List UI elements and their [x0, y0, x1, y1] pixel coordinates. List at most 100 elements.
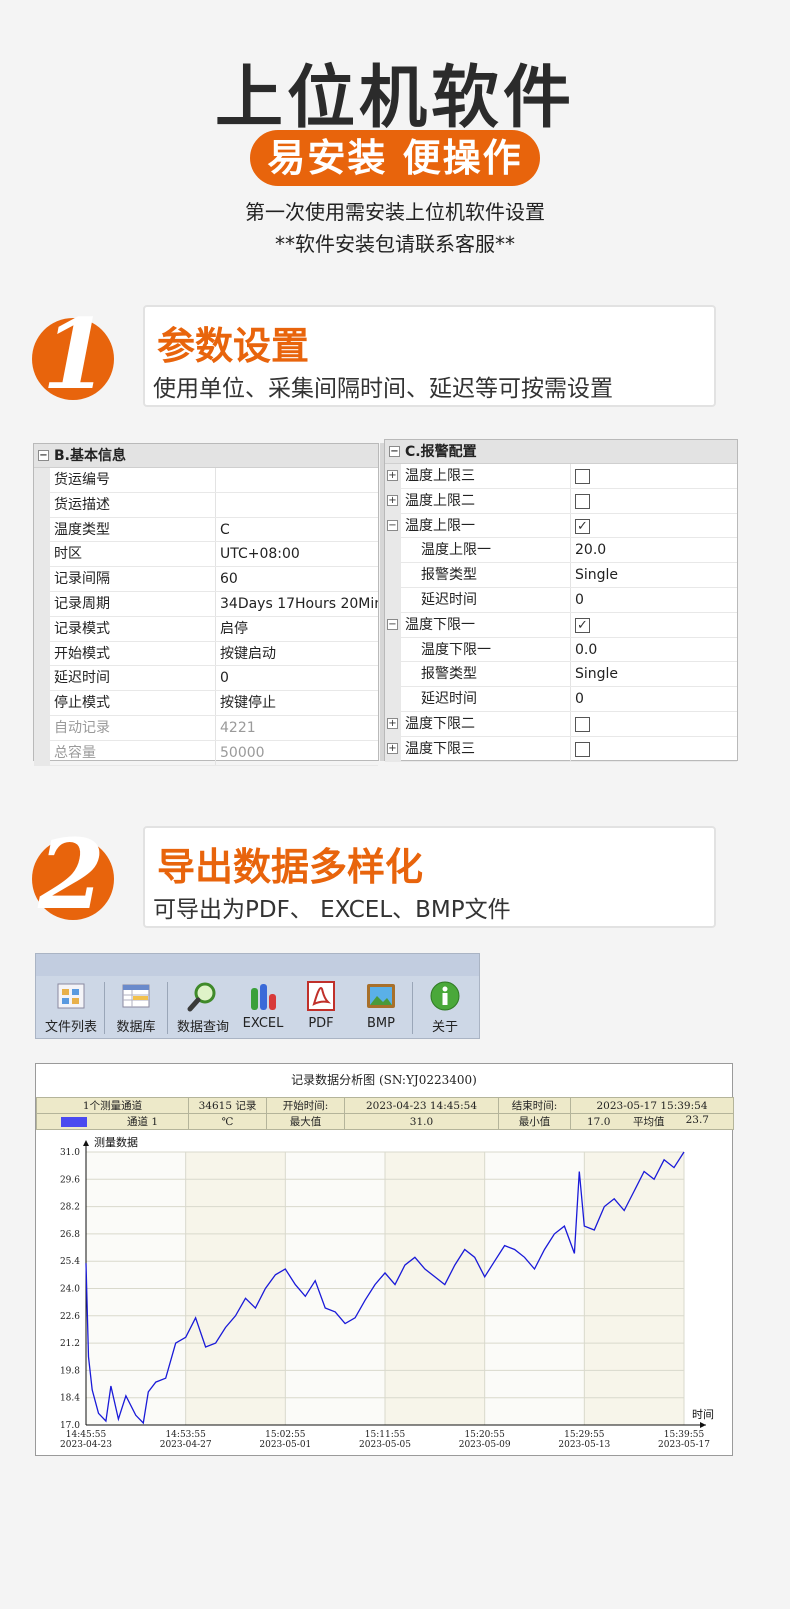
- row-gutter: [34, 691, 50, 715]
- property-value[interactable]: 50000: [216, 741, 265, 765]
- alarm-enable-checkbox[interactable]: [575, 741, 590, 757]
- alarm-config-header[interactable]: − C.报警配置: [385, 440, 737, 464]
- collapse-icon[interactable]: −: [389, 446, 400, 457]
- property-key: 温度类型: [50, 517, 216, 542]
- x-tick-time: 15:20:55: [464, 1430, 505, 1440]
- about-button[interactable]: 关于: [422, 980, 468, 1035]
- alarm-enable-checkbox[interactable]: ✓: [575, 617, 590, 633]
- property-row[interactable]: 温度类型 C: [34, 517, 378, 543]
- property-row[interactable]: 停止模式 按键停止: [34, 691, 378, 716]
- database-label: 数据库: [116, 1020, 156, 1035]
- alarm-row[interactable]: 延迟时间 0: [385, 587, 737, 613]
- basic-info-title: B.基本信息: [54, 448, 126, 464]
- alarm-enable-checkbox[interactable]: [575, 716, 590, 732]
- database-button[interactable]: 数据库: [108, 980, 164, 1035]
- data-query-button[interactable]: 数据查询: [170, 980, 236, 1035]
- alarm-enable-cell[interactable]: ✓: [571, 514, 590, 538]
- end-time-label: 结束时间:: [498, 1097, 571, 1114]
- alarm-row[interactable]: + 温度下限二: [385, 711, 737, 737]
- export-excel-button[interactable]: EXCEL: [240, 980, 286, 1031]
- property-value[interactable]: Single: [571, 662, 618, 686]
- collapse-icon[interactable]: −: [387, 519, 398, 531]
- alarm-row[interactable]: 延迟时间 0: [385, 687, 737, 712]
- property-value[interactable]: 20.0: [571, 538, 606, 562]
- section-number: 2: [38, 818, 105, 931]
- alarm-row[interactable]: + 温度下限三: [385, 736, 737, 762]
- alarm-row[interactable]: 报警类型 Single: [385, 662, 737, 688]
- alarm-row[interactable]: − 温度下限一 ✓: [385, 612, 737, 638]
- alarm-row[interactable]: + 温度上限二: [385, 488, 737, 514]
- x-tick-date: 2023-04-23: [60, 1440, 112, 1450]
- property-row[interactable]: 货运描述: [34, 492, 378, 518]
- y-tick-label: 26.8: [60, 1230, 80, 1240]
- property-row[interactable]: 记录周期 34Days 17Hours 20Min: [34, 591, 378, 617]
- property-value[interactable]: 0.0: [571, 638, 597, 662]
- y-tick-label: 31.0: [60, 1148, 80, 1158]
- export-bmp-button[interactable]: BMP: [358, 980, 404, 1031]
- install-note: 第一次使用需安装上位机软件设置: [245, 200, 545, 224]
- property-value[interactable]: 按键停止: [216, 691, 276, 715]
- pdf-icon: [305, 980, 337, 1012]
- property-key: 温度下限三: [401, 736, 571, 761]
- alarm-enable-cell[interactable]: [571, 712, 590, 736]
- alarm-enable-cell[interactable]: [571, 737, 590, 761]
- alarm-enable-checkbox[interactable]: [575, 469, 590, 484]
- expand-icon[interactable]: +: [387, 717, 398, 729]
- property-value[interactable]: Single: [571, 563, 618, 587]
- property-key: 延迟时间: [401, 687, 571, 711]
- property-row[interactable]: 时区 UTC+08:00: [34, 542, 378, 568]
- property-value[interactable]: 4221: [216, 716, 256, 740]
- x-tick-date: 2023-05-13: [558, 1440, 610, 1450]
- export-pdf-button[interactable]: PDF: [298, 980, 344, 1031]
- property-key: 温度上限三: [401, 464, 571, 488]
- alarm-row[interactable]: + 温度上限三: [385, 464, 737, 489]
- start-time-value: 2023-04-23 14:45:54: [344, 1097, 499, 1114]
- expand-icon[interactable]: +: [387, 494, 398, 506]
- file-list-button[interactable]: 文件列表: [40, 980, 102, 1035]
- property-row[interactable]: 记录间隔 60: [34, 567, 378, 592]
- property-value[interactable]: 0: [216, 666, 229, 690]
- hero-title: 上位机软件: [214, 59, 575, 138]
- property-key: 货运编号: [50, 468, 216, 492]
- y-tick-label: 18.4: [60, 1394, 80, 1404]
- alarm-row[interactable]: 温度下限一 0.0: [385, 637, 737, 663]
- y-tick-label: 22.6: [60, 1312, 80, 1322]
- section-card: 参数设置 使用单位、采集间隔时间、延迟等可按需设置: [143, 305, 716, 407]
- property-value[interactable]: UTC+08:00: [216, 542, 300, 566]
- alarm-enable-cell[interactable]: ✓: [571, 613, 590, 637]
- property-row[interactable]: 延迟时间 0: [34, 666, 378, 692]
- property-value[interactable]: 按键启动: [216, 642, 276, 666]
- property-value[interactable]: C: [216, 518, 230, 542]
- row-gutter: [34, 641, 50, 666]
- alarm-enable-checkbox[interactable]: [575, 493, 590, 509]
- analysis-panel: 记录数据分析图 (SN:YJ0223400) 1个测量通道 34615 记录 开…: [35, 1063, 734, 1456]
- alarm-enable-cell[interactable]: [571, 489, 590, 513]
- export-excel-label: EXCEL: [242, 1016, 284, 1031]
- alarm-row[interactable]: − 温度上限一 ✓: [385, 513, 737, 539]
- alarm-enable-cell[interactable]: [571, 464, 590, 488]
- property-value[interactable]: 启停: [216, 617, 248, 641]
- alarm-row[interactable]: 报警类型 Single: [385, 563, 737, 588]
- property-value[interactable]: [216, 468, 220, 492]
- expand-icon[interactable]: +: [387, 470, 398, 481]
- property-row[interactable]: 开始模式 按键启动: [34, 641, 378, 667]
- property-row[interactable]: 自动记录 4221: [34, 715, 378, 741]
- property-row[interactable]: 记录模式 启停: [34, 616, 378, 642]
- property-value[interactable]: 0: [571, 687, 584, 711]
- property-row[interactable]: 总容量 50000: [34, 740, 378, 766]
- expand-icon[interactable]: +: [387, 742, 398, 754]
- x-tick-date: 2023-04-27: [160, 1440, 212, 1450]
- property-value[interactable]: [216, 493, 220, 517]
- property-value[interactable]: 0: [571, 588, 584, 612]
- property-row[interactable]: 货运编号: [34, 468, 378, 493]
- x-tick-time: 14:53:55: [165, 1430, 206, 1440]
- alarm-row[interactable]: 温度上限一 20.0: [385, 538, 737, 564]
- bmp-image-icon: [365, 980, 397, 1012]
- collapse-icon[interactable]: −: [38, 450, 49, 461]
- section-number: 1: [42, 298, 109, 411]
- property-value[interactable]: 60: [216, 567, 238, 591]
- alarm-enable-checkbox[interactable]: ✓: [575, 518, 590, 534]
- collapse-icon[interactable]: −: [387, 618, 398, 630]
- property-value[interactable]: 34Days 17Hours 20Min: [216, 592, 378, 616]
- basic-info-header[interactable]: − B.基本信息: [34, 444, 378, 468]
